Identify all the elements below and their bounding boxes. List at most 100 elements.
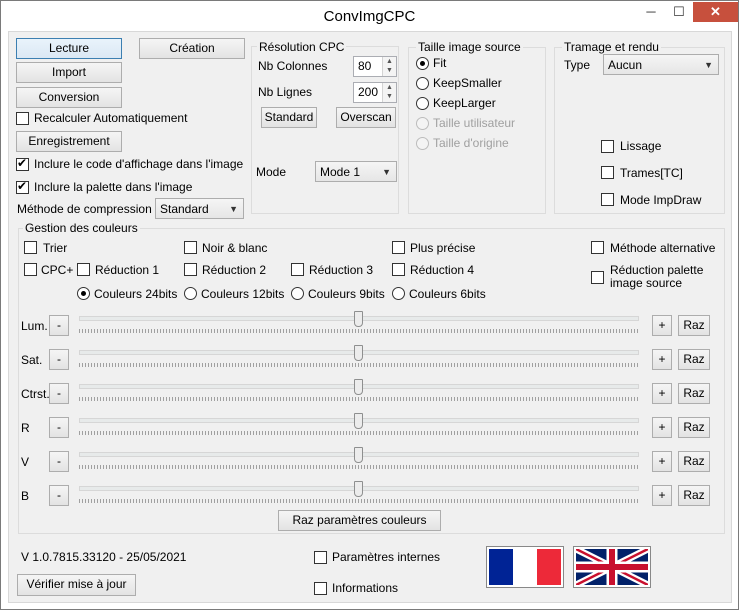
reduction2-label: Réduction 2 [202, 263, 267, 277]
close-button[interactable]: ✕ [693, 2, 738, 22]
slider-plus-button[interactable]: + [652, 417, 672, 438]
slider-raz-button[interactable]: Raz [678, 451, 710, 472]
slider-label: V [21, 455, 30, 469]
rows-label: Nb Lignes [258, 85, 313, 99]
slider-ticks [79, 499, 639, 503]
slider-raz-button[interactable]: Raz [678, 349, 710, 370]
taille-utilisateur-radio[interactable] [416, 117, 429, 130]
couleurs-9bits-radio[interactable] [291, 287, 304, 300]
enregistrement-button[interactable]: Enregistrement [16, 131, 122, 152]
cols-spinner[interactable]: ▲ ▼ [382, 57, 396, 76]
slider-thumb[interactable] [354, 311, 363, 327]
rows-spinner[interactable]: ▲ ▼ [382, 83, 396, 102]
slider-plus-button[interactable]: + [652, 485, 672, 506]
slider-raz-button[interactable]: Raz [678, 383, 710, 404]
slider-raz-button[interactable]: Raz [678, 485, 710, 506]
overscan-button[interactable]: Overscan [336, 107, 396, 128]
slider-thumb[interactable] [354, 379, 363, 395]
plus-precise-checkbox[interactable] [392, 241, 405, 254]
maximize-button[interactable]: ☐ [665, 2, 693, 22]
version-label: V 1.0.7815.33120 - 25/05/2021 [21, 550, 187, 564]
plus-precise-label: Plus précise [410, 241, 476, 255]
creation-button[interactable]: Création [139, 38, 245, 59]
keepsmaller-radio[interactable] [416, 77, 429, 90]
include-code-label: Inclure le code d'affichage dans l'image [34, 157, 244, 171]
rows-input[interactable]: 200 ▲ ▼ [353, 82, 397, 103]
reduction-palette-checkbox[interactable] [591, 271, 604, 284]
slider-raz-button[interactable]: Raz [678, 417, 710, 438]
slider-plus-button[interactable]: + [652, 451, 672, 472]
reduction1-checkbox[interactable] [77, 263, 90, 276]
methode-alt-checkbox[interactable] [591, 241, 604, 254]
reduction3-checkbox[interactable] [291, 263, 304, 276]
cols-input[interactable]: 80 ▲ ▼ [353, 56, 397, 77]
keeplarger-label: KeepLarger [433, 96, 496, 110]
minimize-button[interactable]: ─ [637, 2, 665, 22]
taille-origine-label: Taille d'origine [433, 136, 509, 150]
slider-minus-button[interactable]: - [49, 417, 69, 438]
recalc-label: Recalculer Automatiquement [34, 111, 188, 125]
slider-label: Sat. [21, 353, 43, 367]
mode-select[interactable]: Mode 1 ▼ [315, 161, 397, 182]
type-select[interactable]: Aucun ▼ [603, 54, 719, 75]
informations-checkbox[interactable] [314, 582, 327, 595]
couleurs-24bits-radio[interactable] [77, 287, 90, 300]
slider-thumb[interactable] [354, 447, 363, 463]
slider-plus-button[interactable]: + [652, 349, 672, 370]
taille-title: Taille image source [416, 40, 523, 54]
conversion-button[interactable]: Conversion [16, 87, 122, 108]
slider-minus-button[interactable]: - [49, 349, 69, 370]
lecture-button[interactable]: Lecture [16, 38, 122, 59]
keeplarger-radio[interactable] [416, 97, 429, 110]
slider-thumb[interactable] [354, 413, 363, 429]
slider-plus-button[interactable]: + [652, 383, 672, 404]
trames-checkbox[interactable] [601, 166, 614, 179]
include-palette-checkbox[interactable] [16, 179, 29, 194]
impdraw-checkbox[interactable] [601, 193, 614, 206]
reduction2-checkbox[interactable] [184, 263, 197, 276]
informations-label: Informations [332, 581, 399, 595]
params-internes-checkbox[interactable] [314, 551, 327, 564]
taille-origine-radio[interactable] [416, 137, 429, 150]
main-panel: Lecture Création Import Conversion Recal… [8, 31, 732, 603]
fit-radio[interactable] [416, 57, 429, 70]
taille-utilisateur-label: Taille utilisateur [433, 116, 516, 130]
slider-thumb[interactable] [354, 345, 363, 361]
lissage-label: Lissage [620, 139, 662, 153]
trier-checkbox[interactable] [24, 241, 37, 254]
slider-thumb[interactable] [354, 481, 363, 497]
compression-select[interactable]: Standard ▼ [155, 198, 244, 219]
couleurs-12bits-radio[interactable] [184, 287, 197, 300]
import-button[interactable]: Import [16, 62, 122, 83]
verifier-maj-button[interactable]: Vérifier mise à jour [17, 574, 136, 596]
reduction4-checkbox[interactable] [392, 263, 405, 276]
couleurs-6bits-radio[interactable] [392, 287, 405, 300]
fit-label: Fit [433, 56, 447, 70]
mode-label: Mode [256, 165, 287, 179]
french-flag-button[interactable] [486, 546, 564, 588]
lissage-checkbox[interactable] [601, 140, 614, 153]
cols-label: Nb Colonnes [258, 59, 328, 73]
standard-button[interactable]: Standard [261, 107, 317, 128]
resolution-title: Résolution CPC [257, 40, 347, 54]
raz-parametres-button[interactable]: Raz paramètres couleurs [278, 510, 441, 531]
compression-value: Standard [160, 202, 209, 216]
slider-raz-button[interactable]: Raz [678, 315, 710, 336]
uk-flag-button[interactable] [573, 545, 651, 589]
slider-minus-button[interactable]: - [49, 451, 69, 472]
recalc-checkbox[interactable] [16, 112, 29, 125]
noir-blanc-checkbox[interactable] [184, 241, 197, 254]
couleurs-title: Gestion des couleurs [23, 221, 140, 235]
slider-minus-button[interactable]: - [49, 485, 69, 506]
slider-plus-button[interactable]: + [652, 315, 672, 336]
cpcplus-label: CPC+ [41, 263, 74, 277]
slider-minus-button[interactable]: - [49, 383, 69, 404]
impdraw-label: Mode ImpDraw [620, 193, 702, 207]
reduction4-label: Réduction 4 [410, 263, 475, 277]
cpcplus-checkbox[interactable] [24, 263, 37, 276]
reduction-palette-label: Réduction palette image source [610, 263, 704, 290]
slider-minus-button[interactable]: - [49, 315, 69, 336]
methode-alt-label: Méthode alternative [610, 241, 716, 255]
chevron-down-icon: ▼ [704, 60, 713, 70]
include-code-checkbox[interactable] [16, 156, 29, 171]
